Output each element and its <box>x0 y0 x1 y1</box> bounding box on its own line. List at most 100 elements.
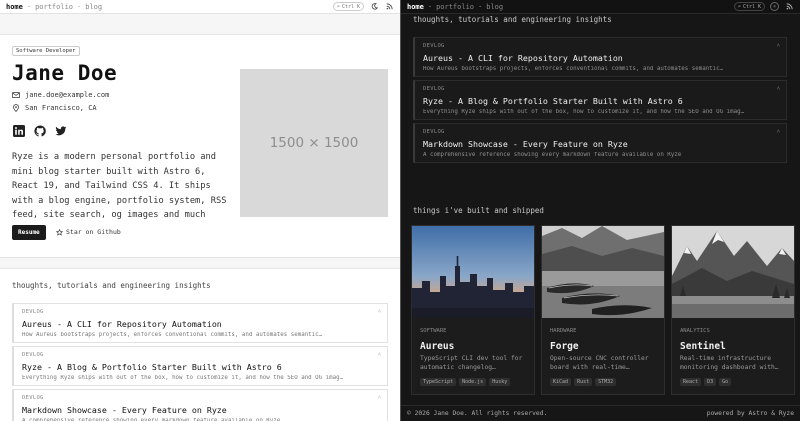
blog-post-card[interactable]: DEVLOG Ryze - A Blog & Portfolio Starter… <box>12 346 388 386</box>
nav-separator: · <box>478 2 483 11</box>
star-label: Star on Github <box>66 228 121 236</box>
search-button[interactable]: ⌕ Ctrl K <box>733 2 765 11</box>
search-shortcut: Ctrl K <box>742 3 761 10</box>
blog-post-card[interactable]: DEVLOG Aureus - A CLI for Repository Aut… <box>12 303 388 343</box>
project-title[interactable]: Aureus <box>420 341 454 352</box>
project-image-mountains <box>672 226 794 318</box>
project-tech-chips: KiCad Rust STM32 <box>550 378 617 386</box>
tech-chip: Husky <box>489 378 511 386</box>
social-links <box>13 125 67 137</box>
post-description: How Aureus bootstraps projects, enforces… <box>22 332 323 338</box>
location-pin-icon <box>13 104 19 112</box>
post-tag: DEVLOG <box>423 129 445 135</box>
location-text: San Francisco, CA <box>25 104 97 112</box>
moon-icon <box>371 3 378 10</box>
tech-chip: TypeScript <box>420 378 457 386</box>
post-description: Everything Ryze ships with out of the bo… <box>22 375 344 381</box>
tech-chip: STM32 <box>595 378 617 386</box>
blog-section-title: thoughts, tutorials and engineering insi… <box>413 15 612 24</box>
project-title[interactable]: Forge <box>550 341 579 352</box>
project-card[interactable]: SOFTWARE Aureus TypeScript CLI dev tool … <box>411 225 535 395</box>
tech-chip: React <box>680 378 702 386</box>
blog-section-title: thoughts, tutorials and engineering insi… <box>12 281 211 290</box>
project-tag: HARDWARE <box>550 328 577 334</box>
post-tag: DEVLOG <box>22 352 44 358</box>
theme-toggle-button[interactable] <box>369 2 379 12</box>
project-tech-chips: TypeScript Node.js Husky <box>420 378 511 386</box>
footer-powered-by[interactable]: powered by Astro & Ryze <box>707 410 794 417</box>
rss-icon <box>786 3 793 10</box>
location-row: San Francisco, CA <box>12 104 97 112</box>
post-title[interactable]: Ryze - A Blog & Portfolio Starter Built … <box>423 96 778 106</box>
nav-blog-link[interactable]: blog <box>85 3 102 11</box>
footer-copyright: © 2026 Jane Doe. All rights reserved. <box>407 410 548 417</box>
post-title[interactable]: Markdown Showcase - Every Feature on Ryz… <box>22 405 379 415</box>
nav-actions: ⌕ Ctrl K ☼ <box>733 2 794 12</box>
resume-button[interactable]: Resume <box>12 225 46 240</box>
post-title[interactable]: Ryze - A Blog & Portfolio Starter Built … <box>22 362 379 372</box>
star-icon <box>56 228 63 236</box>
post-tag: DEVLOG <box>22 395 44 401</box>
project-tech-chips: React D3 Go <box>680 378 732 386</box>
theme-toggle-button[interactable]: ☼ <box>770 2 779 11</box>
search-icon: ⌕ <box>737 3 741 10</box>
tech-chip: Node.js <box>459 378 487 386</box>
project-image-city-skyline <box>412 226 534 318</box>
project-grid: SOFTWARE Aureus TypeScript CLI dev tool … <box>411 225 795 395</box>
nav-actions: ⌕ Ctrl K <box>332 2 394 12</box>
chevron-up-icon: ˄ <box>377 351 381 358</box>
profile-name: Jane Doe <box>12 61 118 85</box>
chevron-up-icon: ˄ <box>776 85 780 92</box>
post-title[interactable]: Markdown Showcase - Every Feature on Ryz… <box>423 139 778 149</box>
post-title[interactable]: Aureus - A CLI for Repository Automation <box>423 53 778 63</box>
post-description: Everything Ryze ships with out of the bo… <box>423 109 745 115</box>
email-text[interactable]: jane.doe@example.com <box>25 91 109 99</box>
chevron-up-icon: ˄ <box>377 394 381 401</box>
search-icon: ⌕ <box>336 3 340 10</box>
project-description: Open-source CNC controller board with re… <box>550 355 649 371</box>
nav-separator: · <box>26 2 32 11</box>
footer: © 2026 Jane Doe. All rights reserved. po… <box>401 405 800 421</box>
blog-post-card[interactable]: DEVLOG Aureus - A CLI for Repository Aut… <box>413 37 787 77</box>
project-card[interactable]: HARDWARE Forge Open-source CNC controlle… <box>541 225 665 395</box>
mail-icon <box>12 92 20 98</box>
post-tag: DEVLOG <box>22 309 44 315</box>
nav-separator: · <box>427 2 433 11</box>
projects-section-title: things i've built and shipped <box>413 206 544 215</box>
rss-button[interactable] <box>384 2 394 12</box>
search-shortcut: Ctrl K <box>341 3 360 10</box>
project-description: Real-time infrastructure monitoring dash… <box>680 355 779 371</box>
nav-blog-link[interactable]: blog <box>486 3 503 11</box>
sun-icon: ☼ <box>772 3 776 10</box>
blog-post-card[interactable]: DEVLOG Markdown Showcase - Every Feature… <box>12 389 388 421</box>
email-row: jane.doe@example.com <box>12 91 109 99</box>
search-button[interactable]: ⌕ Ctrl K <box>332 2 364 11</box>
linkedin-icon[interactable] <box>13 125 25 137</box>
post-description: How Aureus bootstraps projects, enforces… <box>423 66 724 72</box>
project-tag: ANALYTICS <box>680 328 710 334</box>
nav-home-link[interactable]: home <box>6 3 23 11</box>
twitter-icon[interactable] <box>55 125 67 137</box>
chevron-up-icon: ˄ <box>776 42 780 49</box>
profile-image-placeholder: 1500 × 1500 <box>240 69 388 217</box>
nav-home-link[interactable]: home <box>407 3 424 11</box>
role-badge: Software Developer <box>12 46 80 56</box>
nav-portfolio-link[interactable]: portfolio <box>35 3 73 11</box>
project-title[interactable]: Sentinel <box>680 341 726 352</box>
blog-post-card[interactable]: DEVLOG Ryze - A Blog & Portfolio Starter… <box>413 80 787 120</box>
project-description: TypeScript CLI dev tool for automatic ch… <box>420 355 523 371</box>
top-nav: home · portfolio · blog ⌕ Ctrl K ☼ <box>401 0 800 14</box>
rss-icon <box>386 3 393 10</box>
project-card[interactable]: ANALYTICS Sentinel Real-time infrastruct… <box>671 225 795 395</box>
hero-card: Software Developer Jane Doe jane.doe@exa… <box>0 34 400 258</box>
rss-button[interactable] <box>784 2 794 12</box>
github-icon[interactable] <box>34 125 46 137</box>
post-title[interactable]: Aureus - A CLI for Repository Automation <box>22 319 379 329</box>
nav-portfolio-link[interactable]: portfolio <box>436 3 474 11</box>
tech-chip: D3 <box>704 378 717 386</box>
star-on-github-button[interactable]: Star on Github <box>56 228 121 236</box>
bio-text: Ryze is a modern personal portfolio and … <box>12 152 227 235</box>
post-tag: DEVLOG <box>423 86 445 92</box>
blog-post-card[interactable]: DEVLOG Markdown Showcase - Every Feature… <box>413 123 787 163</box>
project-tag: SOFTWARE <box>420 328 447 334</box>
